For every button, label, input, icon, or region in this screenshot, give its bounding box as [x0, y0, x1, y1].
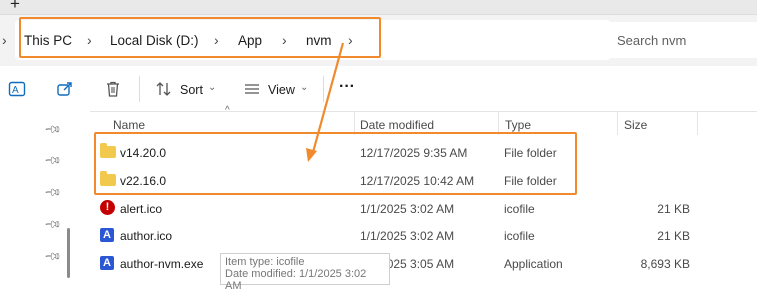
file-type: icofile [504, 202, 535, 216]
tooltip-line: Date modified: 1/1/2025 3:02 AM [225, 268, 367, 292]
rename-icon[interactable]: A [8, 80, 26, 101]
column-header-type[interactable]: Type [505, 118, 531, 132]
file-size: 21 KB [657, 229, 690, 243]
tab-strip [0, 0, 757, 15]
sort-caret-icon: ^ [225, 105, 230, 116]
file-date: 1/1/2025 3:02 AM [360, 229, 455, 243]
file-type: icofile [504, 229, 535, 243]
annotation-arrow [306, 42, 345, 162]
app-icon: A [100, 256, 114, 270]
share-icon[interactable] [56, 80, 74, 101]
search-placeholder: Search nvm [617, 33, 687, 48]
view-icon[interactable] [243, 80, 261, 101]
column-divider[interactable] [617, 111, 618, 135]
toolbar-divider [139, 76, 140, 102]
sort-icon[interactable] [155, 80, 173, 101]
file-size: 21 KB [657, 202, 690, 216]
alert-icon: ! [100, 200, 115, 215]
column-header-size[interactable]: Size [624, 118, 647, 132]
file-name: author-nvm.exe [120, 257, 204, 271]
new-tab-button[interactable]: + [10, 0, 20, 14]
delete-icon[interactable] [104, 80, 122, 101]
list-item[interactable]: A author-nvm.exe 1/1/2025 3:05 AM Applic… [92, 250, 697, 277]
list-item[interactable]: A author.ico 1/1/2025 3:02 AM icofile 21… [92, 222, 697, 249]
file-name: author.ico [120, 229, 173, 243]
column-header-date-modified[interactable]: Date modified [360, 118, 434, 132]
file-size: 8,693 KB [640, 257, 690, 271]
file-name: alert.ico [120, 202, 163, 216]
app-icon: A [100, 228, 114, 242]
tooltip-line: Item type: icofile [225, 256, 305, 268]
sort-chevron-down-icon[interactable]: ⌄ [208, 82, 216, 93]
tooltip: Item type: icofile Date modified: 1/1/20… [220, 253, 390, 292]
file-type: Application [504, 257, 563, 271]
nav-scrollbar[interactable] [67, 228, 70, 278]
breadcrumb-back-chevron-icon[interactable]: › [2, 32, 7, 48]
column-divider[interactable] [697, 111, 698, 135]
file-date: 1/1/2025 3:02 AM [360, 202, 455, 216]
search-input[interactable]: Search nvm [603, 22, 757, 58]
sort-button[interactable]: Sort [180, 83, 203, 97]
view-button[interactable]: View [268, 83, 295, 97]
list-item[interactable]: ! alert.ico 1/1/2025 3:02 AM icofile 21 … [92, 195, 697, 222]
svg-text:A: A [12, 85, 19, 96]
column-header-name[interactable]: Name [113, 118, 145, 132]
